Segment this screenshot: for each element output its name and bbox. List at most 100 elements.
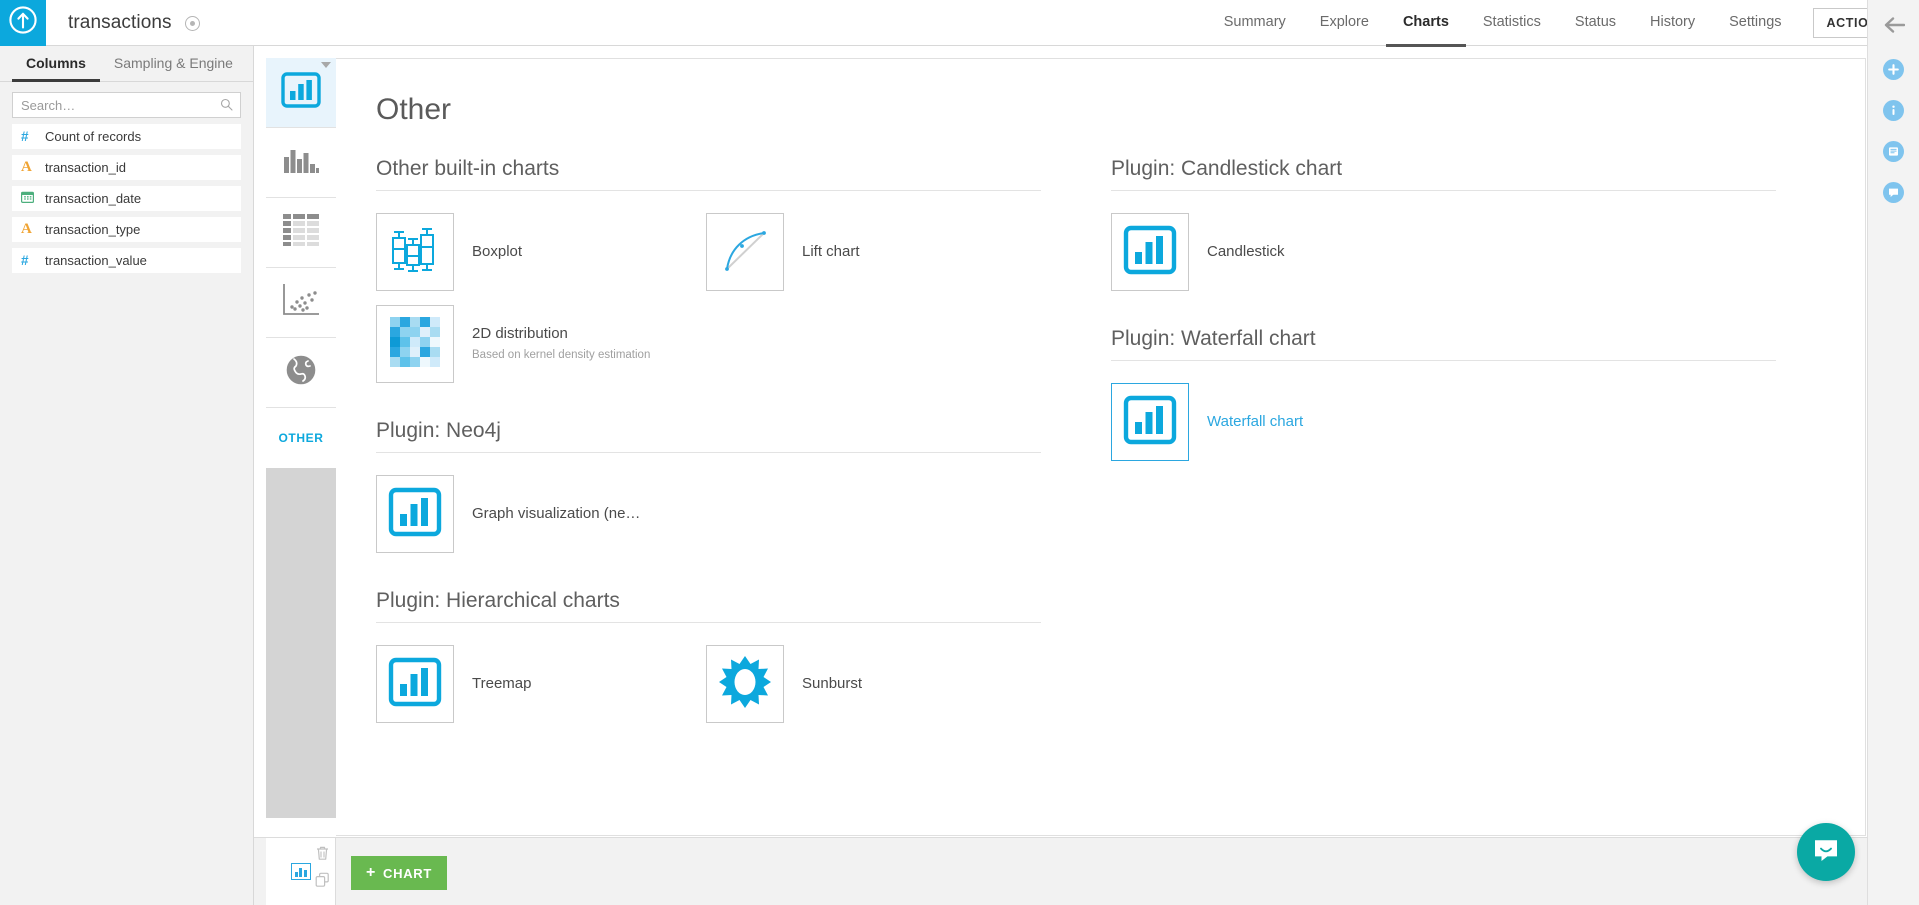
right-sidebar-rail (1867, 0, 1919, 905)
add-chart-label: CHART (383, 866, 432, 881)
heatmap-grid-icon (390, 317, 440, 372)
sunburst-icon (719, 656, 771, 713)
chart-type-strip: OTHER (266, 58, 336, 818)
main-navigation: Summary Explore Charts Statistics Status… (1207, 0, 1919, 46)
compass-icon[interactable] (185, 16, 200, 31)
tab-label: Columns (26, 55, 86, 71)
scatter-plot-icon (281, 283, 321, 322)
tile-label-text: 2D distribution (472, 325, 568, 342)
chart-thumbnail-icon (291, 863, 311, 880)
bar-chart-boxed-icon (281, 72, 321, 113)
nav-item-statistics[interactable]: Statistics (1466, 0, 1558, 47)
tile-row: Waterfall chart (1111, 383, 1776, 461)
boxplot-icon (388, 223, 442, 282)
tile-icon-box[interactable] (1111, 383, 1189, 461)
bar-chart-boxed-icon (1123, 225, 1177, 280)
intercom-chat-button[interactable] (1797, 823, 1855, 881)
column-name: transaction_id (45, 160, 126, 175)
nav-label: Settings (1729, 14, 1781, 30)
nav-item-status[interactable]: Status (1558, 0, 1633, 47)
chevron-down-icon[interactable] (321, 62, 331, 68)
tile-label: Graph visualization (ne… (472, 504, 640, 524)
tile-icon-box[interactable] (376, 213, 454, 291)
left-panel: Columns Sampling & Engine # Count of rec… (0, 46, 254, 905)
chart-option-waterfall-chart[interactable]: Waterfall chart (1111, 383, 1441, 461)
column-name: transaction_type (45, 222, 140, 237)
globe-map-icon (284, 353, 318, 392)
column-item-transaction-value[interactable]: # transaction_value (12, 248, 241, 273)
column-item-transaction-id[interactable]: A transaction_id (12, 155, 241, 180)
add-chart-button[interactable]: + CHART (351, 856, 447, 890)
tile-row: Graph visualization (ne… (376, 475, 1041, 553)
calendar-date-type-icon (21, 191, 39, 206)
chart-option-boxplot[interactable]: Boxplot (376, 213, 706, 291)
chart-option-treemap[interactable]: Treemap (376, 645, 706, 723)
intercom-chat-icon (1811, 835, 1841, 870)
collapse-panel-button[interactable] (1879, 11, 1909, 43)
chart-option-sunburst[interactable]: Sunburst (706, 645, 1036, 723)
project-title: transactions (68, 12, 172, 34)
bar-chart-boxed-icon (388, 657, 442, 712)
tab-label: Sampling & Engine (114, 55, 233, 71)
section-heading-plugin-waterfall: Plugin: Waterfall chart (1111, 327, 1776, 361)
section-heading-plugin-neo4j: Plugin: Neo4j (376, 419, 1041, 453)
plus-icon: + (366, 865, 376, 881)
search-container (0, 82, 253, 124)
chart-type-scatter-plot[interactable] (266, 268, 336, 338)
string-type-icon: A (21, 160, 39, 175)
notes-list-icon[interactable] (1883, 141, 1904, 162)
tile-icon-box[interactable] (706, 645, 784, 723)
info-circle-icon[interactable] (1883, 100, 1904, 121)
tile-label: 2D distribution Based on kernel density … (472, 324, 650, 364)
tile-icon-box[interactable] (376, 645, 454, 723)
number-type-icon: # (21, 254, 39, 268)
bottom-bar: + CHART (254, 837, 1867, 905)
app-logo[interactable] (0, 0, 46, 46)
tile-sublabel: Based on kernel density estimation (472, 348, 650, 364)
chart-type-histogram[interactable] (266, 128, 336, 198)
chart-type-basic-charts[interactable] (266, 58, 336, 128)
copy-icon[interactable] (315, 872, 330, 893)
chat-bubble-icon[interactable] (1883, 182, 1904, 203)
column-item-transaction-type[interactable]: A transaction_type (12, 217, 241, 242)
histogram-icon (281, 145, 321, 180)
tile-label: Treemap (472, 674, 531, 694)
nav-label: Explore (1320, 14, 1369, 30)
trash-icon[interactable] (315, 845, 330, 866)
tile-icon-box[interactable] (376, 305, 454, 383)
section-heading-plugin-candlestick: Plugin: Candlestick chart (1111, 157, 1776, 191)
nav-item-charts[interactable]: Charts (1386, 0, 1466, 47)
chart-option-graph-visualization[interactable]: Graph visualization (ne… (376, 475, 706, 553)
chart-type-pivot-table[interactable] (266, 198, 336, 268)
nav-label: Status (1575, 14, 1616, 30)
chart-option-lift-chart[interactable]: Lift chart (706, 213, 1036, 291)
nav-item-settings[interactable]: Settings (1712, 0, 1798, 47)
tile-label[interactable]: Waterfall chart (1207, 412, 1303, 432)
chart-gallery-panel: Other Other built-in charts (336, 58, 1866, 836)
chart-option-candlestick[interactable]: Candlestick (1111, 213, 1441, 291)
tile-label: Candlestick (1207, 242, 1285, 262)
gallery-column-right: Plugin: Candlestick chart Ca (1111, 157, 1776, 723)
column-item-count-of-records[interactable]: # Count of records (12, 124, 241, 149)
nav-item-summary[interactable]: Summary (1207, 0, 1303, 47)
tile-icon-box[interactable] (1111, 213, 1189, 291)
number-type-icon: # (21, 130, 39, 144)
tile-icon-box[interactable] (706, 213, 784, 291)
tile-icon-box[interactable] (376, 475, 454, 553)
chart-type-map[interactable] (266, 338, 336, 408)
dataiku-up-arrow-logo-icon (8, 5, 38, 40)
column-name: Count of records (45, 129, 141, 144)
nav-item-explore[interactable]: Explore (1303, 0, 1386, 47)
gallery-column-left: Other built-in charts (376, 157, 1041, 723)
nav-item-history[interactable]: History (1633, 0, 1712, 47)
chart-type-other[interactable]: OTHER (266, 408, 336, 468)
column-item-transaction-date[interactable]: transaction_date (12, 186, 241, 211)
plus-circle-icon[interactable] (1883, 59, 1904, 80)
tab-columns[interactable]: Columns (12, 46, 100, 82)
chart-option-2d-distribution[interactable]: 2D distribution Based on kernel density … (376, 305, 706, 383)
nav-label: Charts (1403, 14, 1449, 30)
page-title: Other (336, 59, 1865, 127)
search-input[interactable] (12, 92, 241, 118)
tab-sampling-engine[interactable]: Sampling & Engine (100, 46, 247, 82)
gallery-columns: Other built-in charts (336, 157, 1865, 723)
